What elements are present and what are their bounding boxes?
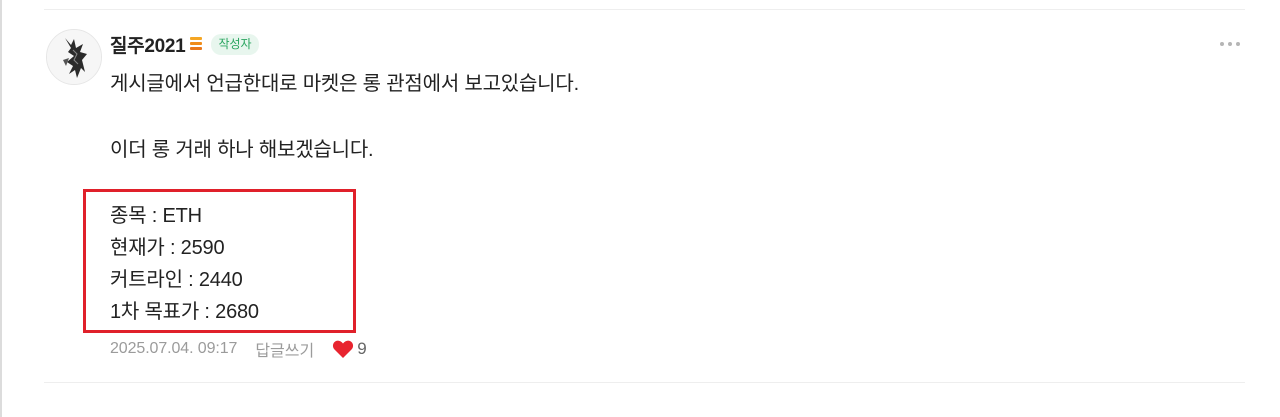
avatar[interactable] [46,29,102,85]
comment-meta: 2025.07.04. 09:17 답글쓰기 9 [110,337,367,361]
trade-info-target-price: 1차 목표가 : 2680 [110,301,259,323]
comment-text-line: 게시글에서 언급한대로 마켓은 롱 관점에서 보고있습니다. [110,73,579,95]
trade-info-symbol: 종목 : ETH [110,205,202,227]
level-icon [189,36,203,52]
avatar-image [47,30,101,84]
trade-info-current-price: 현재가 : 2590 [110,237,225,259]
left-border [0,0,2,417]
trade-info-cutline: 커트라인 : 2440 [110,269,243,291]
author-name[interactable]: 질주2021 [110,31,186,58]
like-button[interactable]: 9 [332,339,367,359]
author-badge: 작성자 [211,33,259,55]
like-count: 9 [357,339,367,358]
bottom-divider [44,382,1245,383]
author-row: 질주2021 작성자 [110,30,259,58]
top-divider [44,9,1245,10]
heart-icon [333,340,354,358]
comment-text-line: 이더 롱 거래 하나 해보겠습니다. [110,139,374,161]
more-options-icon[interactable] [1218,38,1242,50]
reply-button[interactable]: 답글쓰기 [255,337,314,361]
comment-date: 2025.07.04. 09:17 [110,340,238,357]
comment-page: 질주2021 작성자 게시글에서 언급한대로 마켓은 롱 관점에서 보고있습니다… [0,0,1280,417]
